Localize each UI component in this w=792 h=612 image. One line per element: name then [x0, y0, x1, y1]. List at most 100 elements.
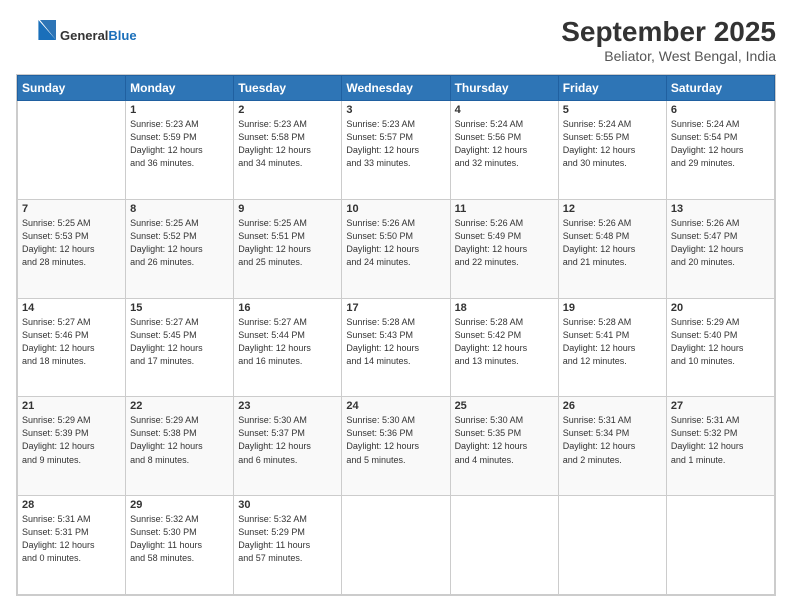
day-number: 20 [671, 302, 770, 314]
logo: GeneralBlue [16, 16, 137, 56]
day-number: 24 [346, 400, 445, 412]
day-info: Sunrise: 5:30 AMSunset: 5:36 PMDaylight:… [346, 414, 445, 466]
day-number: 6 [671, 104, 770, 116]
day-number: 13 [671, 203, 770, 215]
page: GeneralBlue September 2025 Beliator, Wes… [0, 0, 792, 612]
week-row-5: 28 Sunrise: 5:31 AMSunset: 5:31 PMDayligh… [18, 496, 775, 595]
day-cell: 12 Sunrise: 5:26 AMSunset: 5:48 PMDayligh… [558, 199, 666, 298]
day-cell: 24 Sunrise: 5:30 AMSunset: 5:36 PMDayligh… [342, 397, 450, 496]
day-info: Sunrise: 5:31 AMSunset: 5:31 PMDaylight:… [22, 513, 121, 565]
day-header-tuesday: Tuesday [234, 76, 342, 101]
day-cell: 25 Sunrise: 5:30 AMSunset: 5:35 PMDayligh… [450, 397, 558, 496]
day-cell: 26 Sunrise: 5:31 AMSunset: 5:34 PMDayligh… [558, 397, 666, 496]
day-header-wednesday: Wednesday [342, 76, 450, 101]
day-number: 12 [563, 203, 662, 215]
day-cell: 20 Sunrise: 5:29 AMSunset: 5:40 PMDayligh… [666, 298, 774, 397]
day-info: Sunrise: 5:26 AMSunset: 5:47 PMDaylight:… [671, 217, 770, 269]
day-cell: 9Sunrise: 5:25 AMSunset: 5:51 PMDaylight… [234, 199, 342, 298]
day-cell: 30 Sunrise: 5:32 AMSunset: 5:29 PMDayligh… [234, 496, 342, 595]
calendar-header: SundayMondayTuesdayWednesdayThursdayFrid… [18, 76, 775, 101]
day-number: 10 [346, 203, 445, 215]
day-cell: 7Sunrise: 5:25 AMSunset: 5:53 PMDaylight… [18, 199, 126, 298]
day-cell: 6 Sunrise: 5:24 AMSunset: 5:54 PMDaylight… [666, 101, 774, 200]
day-info: Sunrise: 5:29 AMSunset: 5:39 PMDaylight:… [22, 414, 121, 466]
day-cell: 10 Sunrise: 5:26 AMSunset: 5:50 PMDayligh… [342, 199, 450, 298]
day-info: Sunrise: 5:28 AMSunset: 5:43 PMDaylight:… [346, 316, 445, 368]
day-info: Sunrise: 5:24 AMSunset: 5:54 PMDaylight:… [671, 118, 770, 170]
day-info: Sunrise: 5:27 AMSunset: 5:44 PMDaylight:… [238, 316, 337, 368]
day-cell: 29 Sunrise: 5:32 AMSunset: 5:30 PMDayligh… [126, 496, 234, 595]
title-block: September 2025 Beliator, West Bengal, In… [561, 16, 776, 64]
day-cell: 23 Sunrise: 5:30 AMSunset: 5:37 PMDayligh… [234, 397, 342, 496]
day-info: Sunrise: 5:31 AMSunset: 5:32 PMDaylight:… [671, 414, 770, 466]
day-cell: 8 Sunrise: 5:25 AMSunset: 5:52 PMDaylight… [126, 199, 234, 298]
day-number: 23 [238, 400, 337, 412]
day-info: Sunrise: 5:28 AMSunset: 5:42 PMDaylight:… [455, 316, 554, 368]
day-cell [18, 101, 126, 200]
logo-svg [16, 16, 56, 56]
day-cell: 4Sunrise: 5:24 AMSunset: 5:56 PMDaylight… [450, 101, 558, 200]
day-number: 30 [238, 499, 337, 511]
day-info: Sunrise: 5:32 AMSunset: 5:30 PMDaylight:… [130, 513, 229, 565]
day-header-friday: Friday [558, 76, 666, 101]
day-cell: 13 Sunrise: 5:26 AMSunset: 5:47 PMDayligh… [666, 199, 774, 298]
day-info: Sunrise: 5:23 AMSunset: 5:59 PMDaylight:… [130, 118, 229, 170]
day-info: Sunrise: 5:32 AMSunset: 5:29 PMDaylight:… [238, 513, 337, 565]
day-cell: 11 Sunrise: 5:26 AMSunset: 5:49 PMDayligh… [450, 199, 558, 298]
day-info: Sunrise: 5:28 AMSunset: 5:41 PMDaylight:… [563, 316, 662, 368]
day-info: Sunrise: 5:29 AMSunset: 5:38 PMDaylight:… [130, 414, 229, 466]
day-info: Sunrise: 5:23 AMSunset: 5:57 PMDaylight:… [346, 118, 445, 170]
day-number: 8 [130, 203, 229, 215]
day-number: 18 [455, 302, 554, 314]
day-info: Sunrise: 5:27 AMSunset: 5:46 PMDaylight:… [22, 316, 121, 368]
day-number: 3 [346, 104, 445, 116]
day-number: 5 [563, 104, 662, 116]
day-header-thursday: Thursday [450, 76, 558, 101]
day-number: 27 [671, 400, 770, 412]
day-number: 28 [22, 499, 121, 511]
day-cell: 3 Sunrise: 5:23 AMSunset: 5:57 PMDaylight… [342, 101, 450, 200]
day-number: 29 [130, 499, 229, 511]
day-cell: 14 Sunrise: 5:27 AMSunset: 5:46 PMDayligh… [18, 298, 126, 397]
logo-text: GeneralBlue [60, 28, 137, 44]
week-row-3: 14 Sunrise: 5:27 AMSunset: 5:46 PMDayligh… [18, 298, 775, 397]
logo-general-label: General [60, 28, 108, 43]
day-cell: 17 Sunrise: 5:28 AMSunset: 5:43 PMDayligh… [342, 298, 450, 397]
day-info: Sunrise: 5:27 AMSunset: 5:45 PMDaylight:… [130, 316, 229, 368]
day-cell: 16Sunrise: 5:27 AMSunset: 5:44 PMDayligh… [234, 298, 342, 397]
day-cell [666, 496, 774, 595]
day-info: Sunrise: 5:24 AMSunset: 5:55 PMDaylight:… [563, 118, 662, 170]
day-number: 17 [346, 302, 445, 314]
day-info: Sunrise: 5:26 AMSunset: 5:48 PMDaylight:… [563, 217, 662, 269]
day-number: 21 [22, 400, 121, 412]
day-info: Sunrise: 5:31 AMSunset: 5:34 PMDaylight:… [563, 414, 662, 466]
day-number: 19 [563, 302, 662, 314]
day-number: 11 [455, 203, 554, 215]
day-info: Sunrise: 5:26 AMSunset: 5:49 PMDaylight:… [455, 217, 554, 269]
day-cell: 19 Sunrise: 5:28 AMSunset: 5:41 PMDayligh… [558, 298, 666, 397]
location: Beliator, West Bengal, India [561, 48, 776, 64]
day-cell: 22 Sunrise: 5:29 AMSunset: 5:38 PMDayligh… [126, 397, 234, 496]
day-number: 22 [130, 400, 229, 412]
day-header-saturday: Saturday [666, 76, 774, 101]
day-number: 2 [238, 104, 337, 116]
day-number: 7 [22, 203, 121, 215]
calendar-body: 1Sunrise: 5:23 AMSunset: 5:59 PMDaylight… [18, 101, 775, 595]
day-cell: 21 Sunrise: 5:29 AMSunset: 5:39 PMDayligh… [18, 397, 126, 496]
day-number: 25 [455, 400, 554, 412]
day-header-sunday: Sunday [18, 76, 126, 101]
day-number: 15 [130, 302, 229, 314]
day-number: 9 [238, 203, 337, 215]
calendar: SundayMondayTuesdayWednesdayThursdayFrid… [16, 74, 776, 596]
day-info: Sunrise: 5:30 AMSunset: 5:37 PMDaylight:… [238, 414, 337, 466]
day-cell: 18 Sunrise: 5:28 AMSunset: 5:42 PMDayligh… [450, 298, 558, 397]
day-cell [450, 496, 558, 595]
day-info: Sunrise: 5:26 AMSunset: 5:50 PMDaylight:… [346, 217, 445, 269]
day-number: 26 [563, 400, 662, 412]
logo-blue-label: Blue [108, 28, 136, 43]
day-info: Sunrise: 5:30 AMSunset: 5:35 PMDaylight:… [455, 414, 554, 466]
day-info: Sunrise: 5:25 AMSunset: 5:52 PMDaylight:… [130, 217, 229, 269]
day-info: Sunrise: 5:29 AMSunset: 5:40 PMDaylight:… [671, 316, 770, 368]
week-row-2: 7Sunrise: 5:25 AMSunset: 5:53 PMDaylight… [18, 199, 775, 298]
day-number: 14 [22, 302, 121, 314]
